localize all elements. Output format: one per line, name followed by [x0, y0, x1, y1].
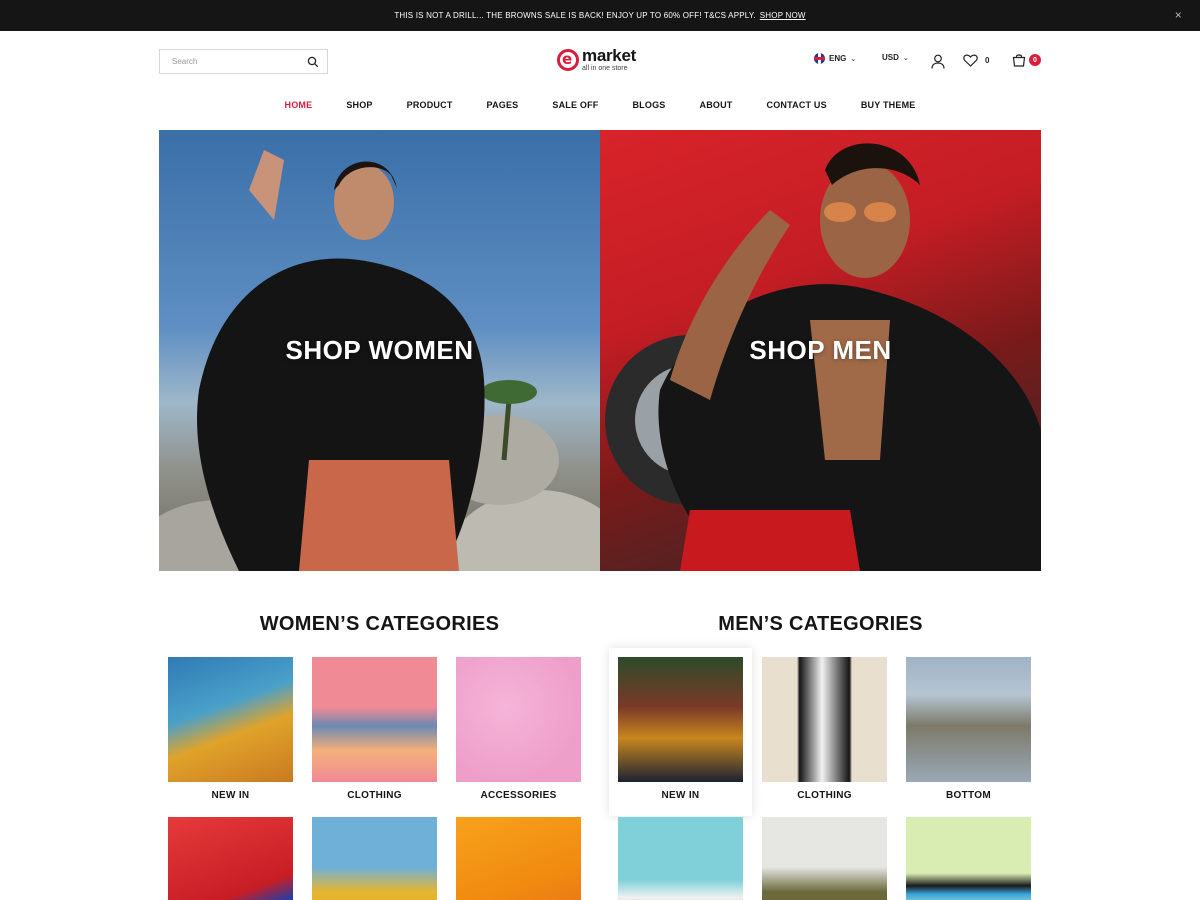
mens-categories-title: MEN’S CATEGORIES	[718, 613, 923, 635]
nav-buy-theme[interactable]: BUY THEME	[861, 100, 916, 118]
announcement-text: THIS IS NOT A DRILL... THE BROWNS SALE I…	[394, 11, 756, 20]
women-category-swimwear[interactable]	[456, 817, 581, 900]
womens-categories-title: WOMEN’S CATEGORIES	[259, 613, 500, 635]
logo[interactable]: e market all in one store	[557, 47, 636, 72]
chevron-down-icon: ⌄	[902, 54, 909, 62]
shop-men-label: SHOP MEN	[749, 335, 892, 365]
category-image	[762, 657, 887, 782]
chevron-down-icon: ⌄	[850, 55, 857, 63]
announcement-bar: THIS IS NOT A DRILL... THE BROWNS SALE I…	[0, 0, 1200, 31]
nav-about[interactable]: ABOUT	[700, 100, 733, 118]
logo-name: market	[582, 46, 636, 65]
heart-icon	[963, 54, 978, 67]
close-icon[interactable]: ×	[1175, 8, 1182, 22]
shop-now-link[interactable]: SHOP NOW	[760, 11, 806, 20]
shop-men-banner[interactable]: SHOP MEN	[600, 130, 1041, 571]
uk-flag-icon	[814, 53, 825, 64]
category-label: BOTTOM	[946, 790, 991, 801]
search-icon[interactable]	[307, 56, 319, 68]
search-input[interactable]	[172, 57, 307, 66]
category-label: CLOTHING	[797, 790, 852, 801]
main-nav: HOME SHOP PRODUCT PAGES SALE OFF BLOGS A…	[0, 100, 1200, 118]
logo-tagline: all in one store	[582, 65, 628, 72]
nav-home[interactable]: HOME	[285, 100, 313, 118]
nav-shop[interactable]: SHOP	[346, 100, 372, 118]
nav-product[interactable]: PRODUCT	[407, 100, 453, 118]
category-image	[618, 817, 743, 900]
women-category-new-in[interactable]: NEW IN	[168, 657, 293, 801]
category-image	[456, 657, 581, 782]
nav-pages[interactable]: PAGES	[487, 100, 519, 118]
category-image	[312, 817, 437, 900]
wishlist-count: 0	[985, 56, 990, 65]
category-image	[906, 817, 1031, 900]
category-image	[168, 657, 293, 782]
shopping-bag-icon	[1012, 54, 1026, 67]
currency-label: USD	[882, 53, 899, 62]
logo-letter: e	[562, 49, 573, 68]
nav-contact-us[interactable]: CONTACT US	[767, 100, 827, 118]
nav-blogs[interactable]: BLOGS	[632, 100, 665, 118]
category-label: ACCESSORIES	[480, 790, 557, 801]
shop-women-label: SHOP WOMEN	[285, 335, 474, 365]
category-image	[906, 657, 1031, 782]
user-icon[interactable]	[931, 54, 945, 69]
language-selector[interactable]: ENG ⌄	[814, 53, 856, 64]
language-label: ENG	[829, 54, 847, 63]
wishlist-button[interactable]: 0	[963, 54, 989, 67]
shop-women-banner[interactable]: SHOP WOMEN	[159, 130, 600, 571]
logo-mark: e	[557, 48, 579, 71]
category-image	[312, 657, 437, 782]
category-image	[456, 817, 581, 900]
nav-sale-off[interactable]: SALE OFF	[552, 100, 598, 118]
men-category-new-in[interactable]: NEW IN	[609, 648, 752, 816]
women-category-bags[interactable]	[312, 817, 437, 900]
search-box	[159, 49, 328, 74]
men-category-clothing[interactable]: CLOTHING	[762, 657, 887, 801]
men-category-bags[interactable]	[762, 817, 887, 900]
women-category-shoes[interactable]	[168, 817, 293, 900]
category-label: NEW IN	[211, 790, 250, 801]
category-image	[762, 817, 887, 900]
category-image	[168, 817, 293, 900]
category-image	[618, 657, 743, 782]
women-category-accessories[interactable]: ACCESSORIES	[456, 657, 581, 801]
cart-button[interactable]: 0	[1012, 53, 1041, 67]
men-category-accessories[interactable]	[906, 817, 1031, 900]
category-label: NEW IN	[661, 790, 700, 801]
currency-selector[interactable]: USD ⌄	[882, 53, 909, 62]
cart-count-badge: 0	[1029, 54, 1041, 66]
women-category-clothing[interactable]: CLOTHING	[312, 657, 437, 801]
men-category-shoes[interactable]	[618, 817, 743, 900]
men-category-bottom[interactable]: BOTTOM	[906, 657, 1031, 801]
category-label: CLOTHING	[347, 790, 402, 801]
